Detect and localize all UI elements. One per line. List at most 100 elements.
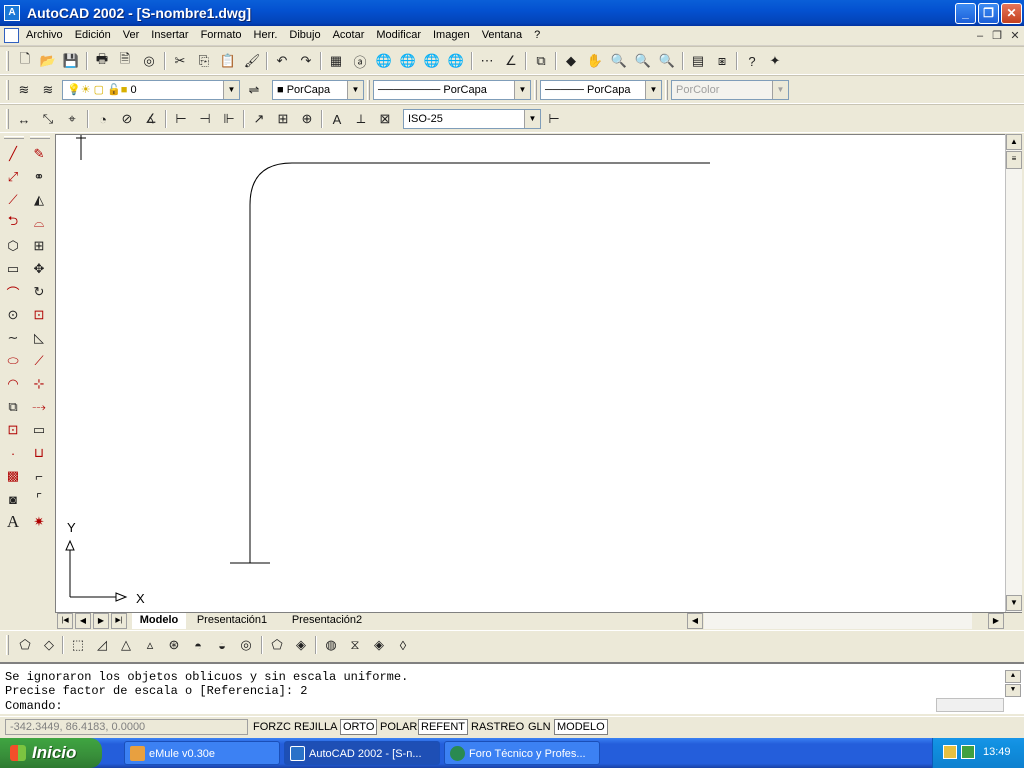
snap-toggle[interactable]: FORZC (250, 719, 294, 735)
hyperlink-icon[interactable]: 🌐 (399, 52, 417, 70)
angular-dimension-icon[interactable]: ∡ (142, 110, 160, 128)
diameter-dimension-icon[interactable]: ⊘ (118, 110, 136, 128)
menu-ver[interactable]: Ver (117, 29, 146, 41)
cone-icon[interactable]: ▵ (141, 636, 159, 654)
redo-icon[interactable]: ↷ (297, 52, 315, 70)
vertical-scrollbar[interactable]: ▲ ≡ ▼ (1005, 134, 1022, 612)
chevron-down-icon[interactable]: ▼ (524, 110, 540, 128)
tabulated-surface-icon[interactable]: ⧖ (346, 636, 364, 654)
doc-minimize-button[interactable]: – (972, 29, 988, 43)
edge-surface-icon[interactable]: ◊ (394, 636, 412, 654)
dbconnect-icon[interactable]: ⧆ (713, 52, 731, 70)
print-preview-icon[interactable]: 🗎 (116, 51, 134, 70)
box-icon[interactable]: ⬚ (69, 636, 87, 654)
hatch-icon[interactable]: ▩ (3, 466, 23, 486)
tracking-icon[interactable]: ⋯ (478, 52, 496, 70)
chevron-down-icon[interactable]: ▼ (223, 81, 239, 99)
tolerance-icon[interactable]: ⊞ (274, 110, 292, 128)
aligned-dimension-icon[interactable]: ⤡ (39, 110, 57, 128)
drawing-area[interactable]: Y X (55, 134, 1005, 612)
clock[interactable]: 13:49 (983, 746, 1011, 758)
match-properties-icon[interactable]: 🖌 (243, 52, 261, 70)
chevron-down-icon[interactable]: ▼ (645, 81, 661, 99)
zoom-realtime-icon[interactable]: 🔍 (610, 52, 628, 70)
named-views-icon[interactable]: ⧉ (532, 52, 550, 70)
pyramid-icon[interactable]: △ (117, 636, 135, 654)
revolved-surface-icon[interactable]: ◍ (322, 636, 340, 654)
hscroll-right-button[interactable]: ▶ (988, 613, 1004, 629)
otrack-toggle[interactable]: RASTREO (468, 719, 527, 735)
make-layer-current-icon[interactable]: ⇌ (245, 81, 263, 99)
toolbar-grip[interactable] (6, 109, 9, 129)
osnap-toggle[interactable]: REFENT (418, 719, 468, 735)
polar-toggle[interactable]: POLAR (377, 719, 420, 735)
ucs-icon[interactable]: ∠ (502, 52, 520, 70)
dimension-edit-icon[interactable]: A (328, 110, 346, 128)
ellipse-icon[interactable]: ⬭ (3, 351, 23, 371)
lineweight-toggle[interactable]: GLN (525, 719, 554, 735)
ruled-surface-icon[interactable]: ◈ (370, 636, 388, 654)
break-at-point-icon[interactable]: ⊔ (29, 443, 49, 463)
doc-restore-button[interactable]: ❐ (989, 29, 1005, 43)
tray-app-icon[interactable] (943, 745, 957, 759)
layer-dropdown[interactable]: 💡☀ ▢ 🔓■ 0 ▼ (62, 80, 240, 100)
toolbar-grip[interactable] (6, 80, 9, 100)
menu-modificar[interactable]: Modificar (370, 29, 427, 41)
point-a-icon[interactable]: 🌐 (423, 52, 441, 70)
model-toggle[interactable]: MODELO (554, 719, 608, 735)
command-scroll-up-button[interactable]: ▲ (1005, 670, 1021, 683)
new-file-icon[interactable]: 🗋 (16, 51, 34, 70)
menu-archivo[interactable]: Archivo (20, 29, 69, 41)
tray-checkmark-icon[interactable] (961, 745, 975, 759)
insert-block-icon[interactable]: ⧉ (3, 397, 23, 417)
array-icon[interactable]: ⊞ (29, 236, 49, 256)
tab-presentacion1[interactable]: Presentación1 (189, 613, 275, 629)
scroll-up-button[interactable]: ▲ (1006, 134, 1022, 150)
hscroll-left-button[interactable]: ◀ (687, 613, 703, 629)
offset-icon[interactable]: ⌓ (29, 213, 49, 233)
horizontal-scroll-track[interactable] (704, 613, 972, 629)
menu-formato[interactable]: Formato (195, 29, 248, 41)
help-icon[interactable]: ? (743, 52, 761, 70)
sphere-icon[interactable]: ⊛ (165, 636, 183, 654)
lineweight-dropdown[interactable]: ───── PorCapa ▼ (540, 80, 662, 100)
point-icon[interactable]: · (3, 443, 23, 463)
menu-ayuda[interactable]: ? (528, 29, 546, 41)
autocad-app-icon[interactable]: A (4, 5, 20, 21)
start-button[interactable]: Inicio (0, 738, 102, 768)
active-assistance-icon[interactable]: ✦ (766, 52, 784, 70)
move-icon[interactable]: ✥ (29, 259, 49, 279)
multiline-text-icon[interactable]: A (3, 512, 23, 532)
layer-manager-icon[interactable]: ≋ (15, 81, 33, 99)
dome-icon[interactable]: ◓ (189, 636, 207, 654)
fillet-icon[interactable]: ⌜ (29, 489, 49, 509)
browse-web-icon[interactable]: 🌐 (447, 52, 465, 70)
circle-icon[interactable]: ⊙ (3, 305, 23, 325)
wedge-icon[interactable]: ◿ (93, 636, 111, 654)
task-autocad[interactable]: AutoCAD 2002 - [S-n... (284, 741, 440, 765)
tab-presentacion2[interactable]: Presentación2 (283, 613, 371, 629)
print-icon[interactable]: 🖶 (93, 51, 111, 70)
make-block-icon[interactable]: ⊡ (3, 420, 23, 440)
toolbar-grip[interactable] (6, 635, 9, 655)
hexagon-icon[interactable]: ⬡ (3, 236, 23, 256)
linetype-dropdown[interactable]: ──────── PorCapa ▼ (373, 80, 531, 100)
save-icon[interactable]: 💾 (62, 52, 80, 70)
color-dropdown[interactable]: ■ PorCapa ▼ (272, 80, 364, 100)
document-icon[interactable] (4, 28, 19, 43)
command-horizontal-scrollbar[interactable] (936, 698, 1004, 712)
toolbar-grip[interactable] (6, 51, 9, 71)
lengthen-icon[interactable]: ⟋ (29, 351, 49, 371)
continue-dimension-icon[interactable]: ⊩ (220, 110, 238, 128)
3d-orbit-icon[interactable]: ◆ (562, 52, 580, 70)
menu-dibujo[interactable]: Dibujo (283, 29, 326, 41)
edge-icon[interactable]: ⬠ (268, 636, 286, 654)
dimension-update-icon[interactable]: ⊠ (376, 110, 394, 128)
toolbar-grip[interactable] (534, 80, 537, 100)
minimize-button[interactable]: _ (955, 3, 976, 24)
3d-mesh-icon[interactable]: ◈ (292, 636, 310, 654)
command-scroll-down-button[interactable]: ▼ (1005, 684, 1021, 697)
dimstyle-dropdown[interactable]: ISO-25 ▼ (403, 109, 541, 129)
coordinates-display[interactable]: -342.3449, 86.4183, 0.0000 (5, 719, 248, 735)
cut-icon[interactable]: ✂ (171, 52, 189, 70)
